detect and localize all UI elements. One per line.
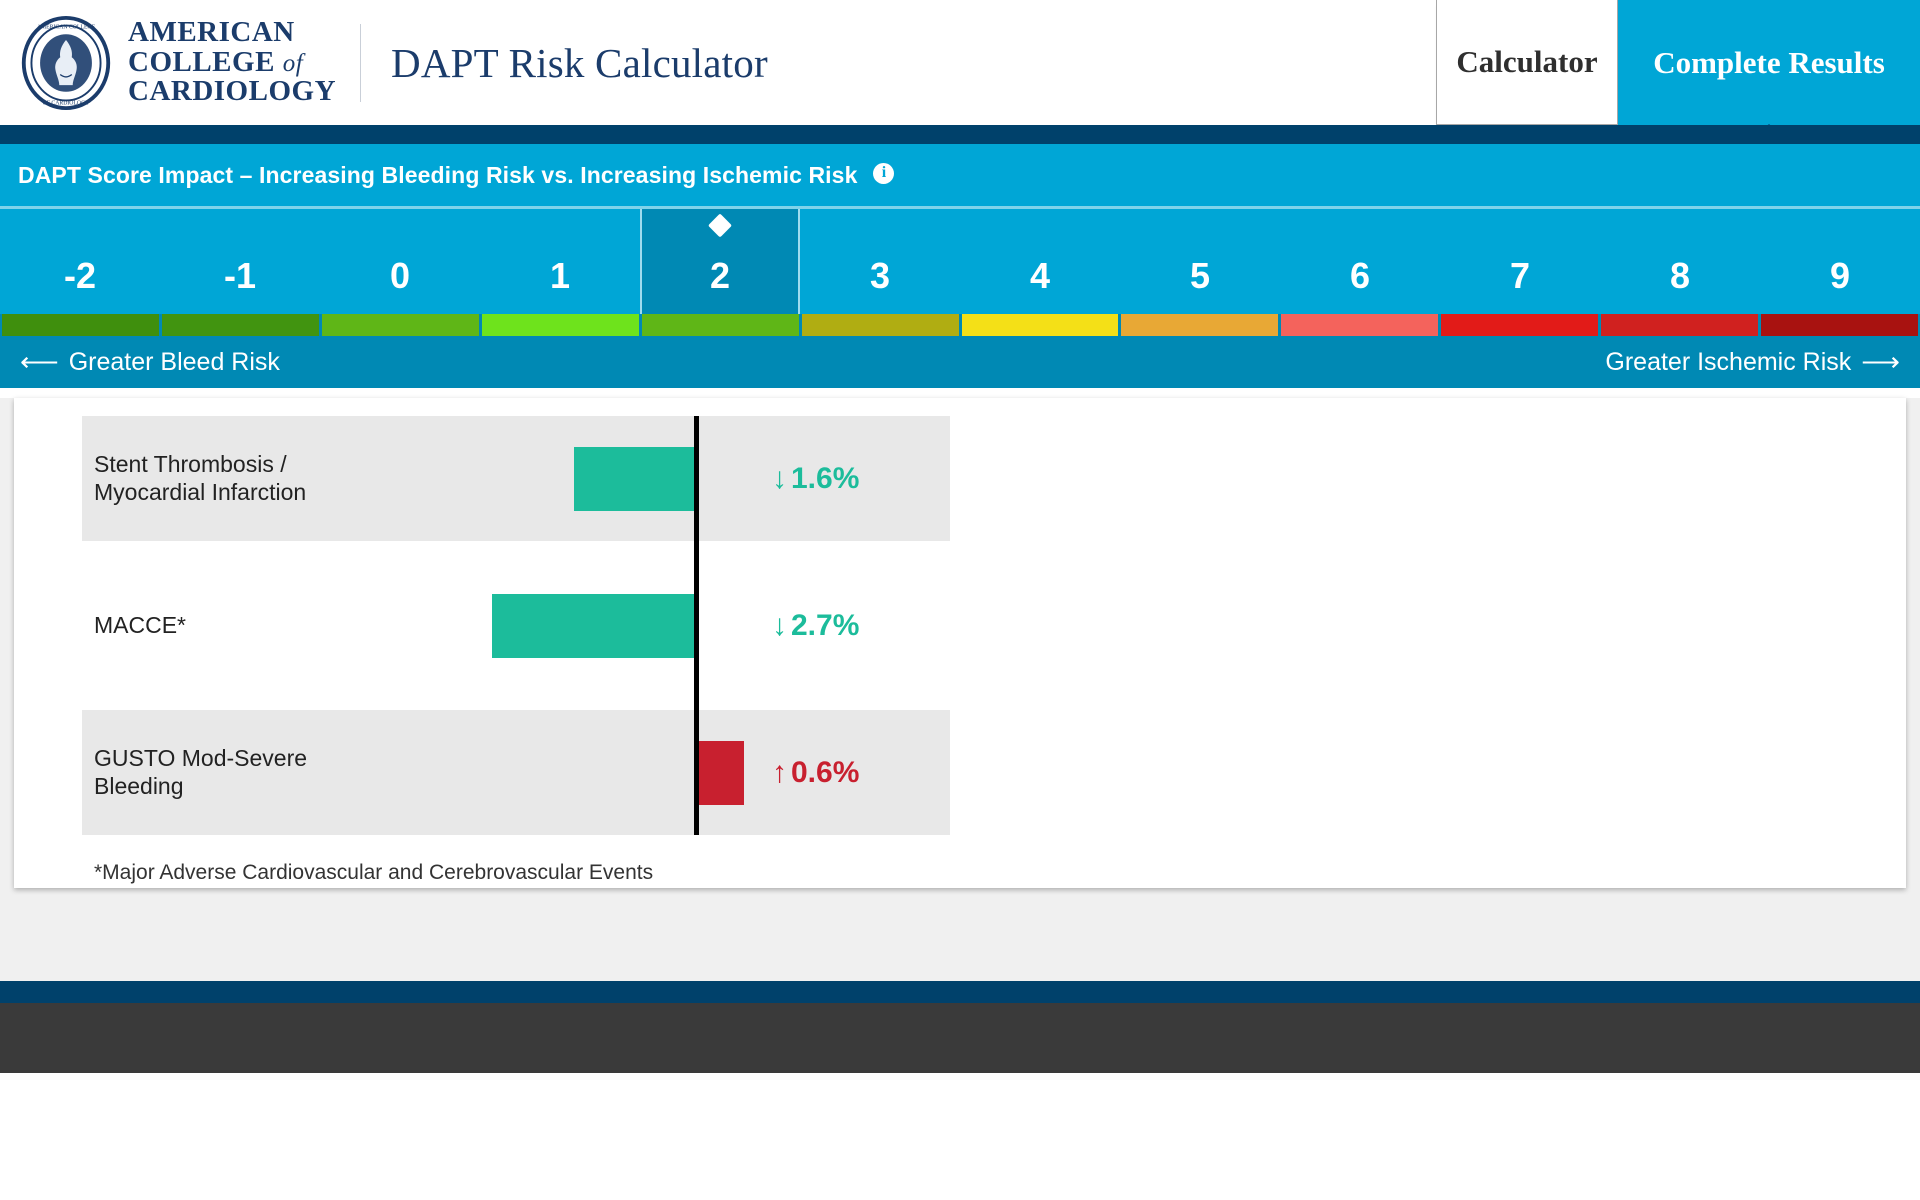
scale-value-row: -2 -1 0 1 2 3 4 5 6 7 8 9 xyxy=(0,209,1920,314)
diamond-marker-icon xyxy=(707,213,733,238)
chart-row-label: Stent Thrombosis / Myocardial Infarction xyxy=(94,451,307,505)
page-body: Stent Thrombosis / Myocardial Infarction… xyxy=(0,398,1920,981)
chart-row-value: ↓ 2.7% xyxy=(772,609,859,643)
scale-cell-7[interactable]: 7 xyxy=(1440,209,1600,314)
legend-ischemic-risk: Greater Ischemic Risk ⟶ xyxy=(1605,348,1900,377)
score-banner: DAPT Score Impact – Increasing Bleeding … xyxy=(0,144,1920,206)
risk-segment-10 xyxy=(1601,314,1759,336)
results-card: Stent Thrombosis / Myocardial Infarction… xyxy=(14,398,1906,888)
scale-cell-label: 6 xyxy=(1349,255,1371,296)
header-navy-strip xyxy=(0,125,1920,144)
risk-segment-2 xyxy=(321,314,479,336)
chart-bar xyxy=(491,593,694,658)
footer-dark-bar xyxy=(0,1003,1920,1073)
acc-wordmark-line1: AMERICAN xyxy=(128,16,295,49)
risk-segment-4 xyxy=(641,314,799,336)
dapt-score-scale: -2 -1 0 1 2 3 4 5 6 7 8 9 ⟵ Greater Bleed Risk Grea… xyxy=(0,206,1920,388)
chart-row-value-label: 0.6% xyxy=(791,755,860,789)
brand-lockup: AMERICAN COLLEGE OF CARDIOLOGY AMERICAN … xyxy=(0,15,768,111)
scale-cell-0[interactable]: 0 xyxy=(320,209,480,314)
scale-cell-label: 0 xyxy=(389,255,411,296)
chart-row-value-label: 1.6% xyxy=(791,461,860,495)
svg-text:AMERICAN COLLEGE: AMERICAN COLLEGE xyxy=(37,24,96,30)
tab-complete-results-label: Complete Results xyxy=(1653,44,1885,80)
risk-segment-9 xyxy=(1441,314,1599,336)
scale-cell-label: 7 xyxy=(1509,255,1531,296)
chart-row-value-label: 2.7% xyxy=(791,608,860,642)
arrow-down-icon: ↓ xyxy=(772,608,787,642)
acc-wordmark: AMERICAN COLLEGE of CARDIOLOGY xyxy=(128,18,336,107)
scale-cell-8[interactable]: 8 xyxy=(1600,209,1760,314)
chart-zero-line xyxy=(694,416,699,835)
footer-navy-strip xyxy=(0,981,1920,1003)
score-banner-title: DAPT Score Impact – Increasing Bleeding … xyxy=(18,161,858,188)
tab-complete-results[interactable]: Complete Results xyxy=(1618,0,1920,142)
chart-row: Stent Thrombosis / Myocardial Infarction… xyxy=(82,416,950,541)
scale-cell-label: 8 xyxy=(1669,255,1691,296)
risk-segment-1 xyxy=(161,314,319,336)
svg-text:OF CARDIOLOGY: OF CARDIOLOGY xyxy=(43,100,90,106)
tab-calculator[interactable]: Calculator xyxy=(1436,0,1618,125)
risk-segment-0 xyxy=(2,314,159,336)
chart-rows: Stent Thrombosis / Myocardial Infarction… xyxy=(82,416,1012,835)
arrow-down-icon: ↓ xyxy=(772,461,787,495)
legend-bleed-risk-label: Greater Bleed Risk xyxy=(68,347,280,376)
scale-legend: ⟵ Greater Bleed Risk Greater Ischemic Ri… xyxy=(0,336,1920,388)
scale-cell-neg2[interactable]: -2 xyxy=(0,209,160,314)
chart-row-label: GUSTO Mod-Severe Bleeding xyxy=(94,745,308,799)
risk-segment-3 xyxy=(481,314,639,336)
risk-segment-8 xyxy=(1281,314,1439,336)
legend-bleed-risk: ⟵ Greater Bleed Risk xyxy=(20,348,280,377)
scale-cell-label: 4 xyxy=(1029,255,1051,296)
right-arrow-icon: ⟶ xyxy=(1861,346,1900,377)
chart-bar xyxy=(574,446,694,511)
risk-gradient-bar xyxy=(0,314,1920,336)
chart-row-value: ↓ 1.6% xyxy=(772,462,859,496)
scale-cell-label: -2 xyxy=(63,255,96,296)
scale-cell-label: 3 xyxy=(869,255,891,296)
scale-cell-9[interactable]: 9 xyxy=(1760,209,1920,314)
scale-cell-label: 2 xyxy=(709,255,731,296)
risk-segment-7 xyxy=(1121,314,1279,336)
chart-bar xyxy=(699,740,744,805)
scale-cell-label: 1 xyxy=(549,255,571,296)
page-title: DAPT Risk Calculator xyxy=(391,39,768,86)
row-spacer xyxy=(82,541,1012,563)
tab-bar: Calculator Complete Results xyxy=(1436,0,1920,142)
scale-cell-label: -1 xyxy=(223,255,256,296)
scale-cell-neg1[interactable]: -1 xyxy=(160,209,320,314)
risk-segment-5 xyxy=(801,314,959,336)
scale-cell-3[interactable]: 3 xyxy=(800,209,960,314)
scale-cell-2[interactable]: 2 xyxy=(640,209,800,314)
risk-segment-11 xyxy=(1761,314,1919,336)
chart-row: GUSTO Mod-Severe Bleeding ↑ 0.6% xyxy=(82,710,950,835)
scale-cell-label: 5 xyxy=(1189,255,1211,296)
risk-impact-chart: Stent Thrombosis / Myocardial Infarction… xyxy=(82,416,1012,835)
legend-ischemic-risk-label: Greater Ischemic Risk xyxy=(1605,347,1852,376)
acc-seal-icon: AMERICAN COLLEGE OF CARDIOLOGY xyxy=(21,15,111,110)
brand-divider xyxy=(360,23,362,102)
chart-row-label: MACCE* xyxy=(94,611,187,638)
risk-segment-6 xyxy=(961,314,1119,336)
scale-cell-1[interactable]: 1 xyxy=(480,209,640,314)
arrow-up-icon: ↑ xyxy=(772,755,787,789)
chart-row: MACCE* ↓ 2.7% xyxy=(82,563,950,688)
acc-wordmark-line3: CARDIOLOGY xyxy=(128,75,337,108)
chart-row-value: ↑ 0.6% xyxy=(772,756,859,790)
row-spacer xyxy=(82,688,1012,710)
scale-cell-4[interactable]: 4 xyxy=(960,209,1120,314)
scale-cell-6[interactable]: 6 xyxy=(1280,209,1440,314)
chart-footnote: *Major Adverse Cardiovascular and Cerebr… xyxy=(94,861,654,884)
scale-cell-5[interactable]: 5 xyxy=(1120,209,1280,314)
acc-wordmark-line2: COLLEGE of xyxy=(128,45,304,78)
app-header: AMERICAN COLLEGE OF CARDIOLOGY AMERICAN … xyxy=(0,0,1920,142)
scale-cell-label: 9 xyxy=(1829,255,1851,296)
info-icon[interactable]: i xyxy=(873,162,895,184)
left-arrow-icon: ⟵ xyxy=(20,346,59,377)
